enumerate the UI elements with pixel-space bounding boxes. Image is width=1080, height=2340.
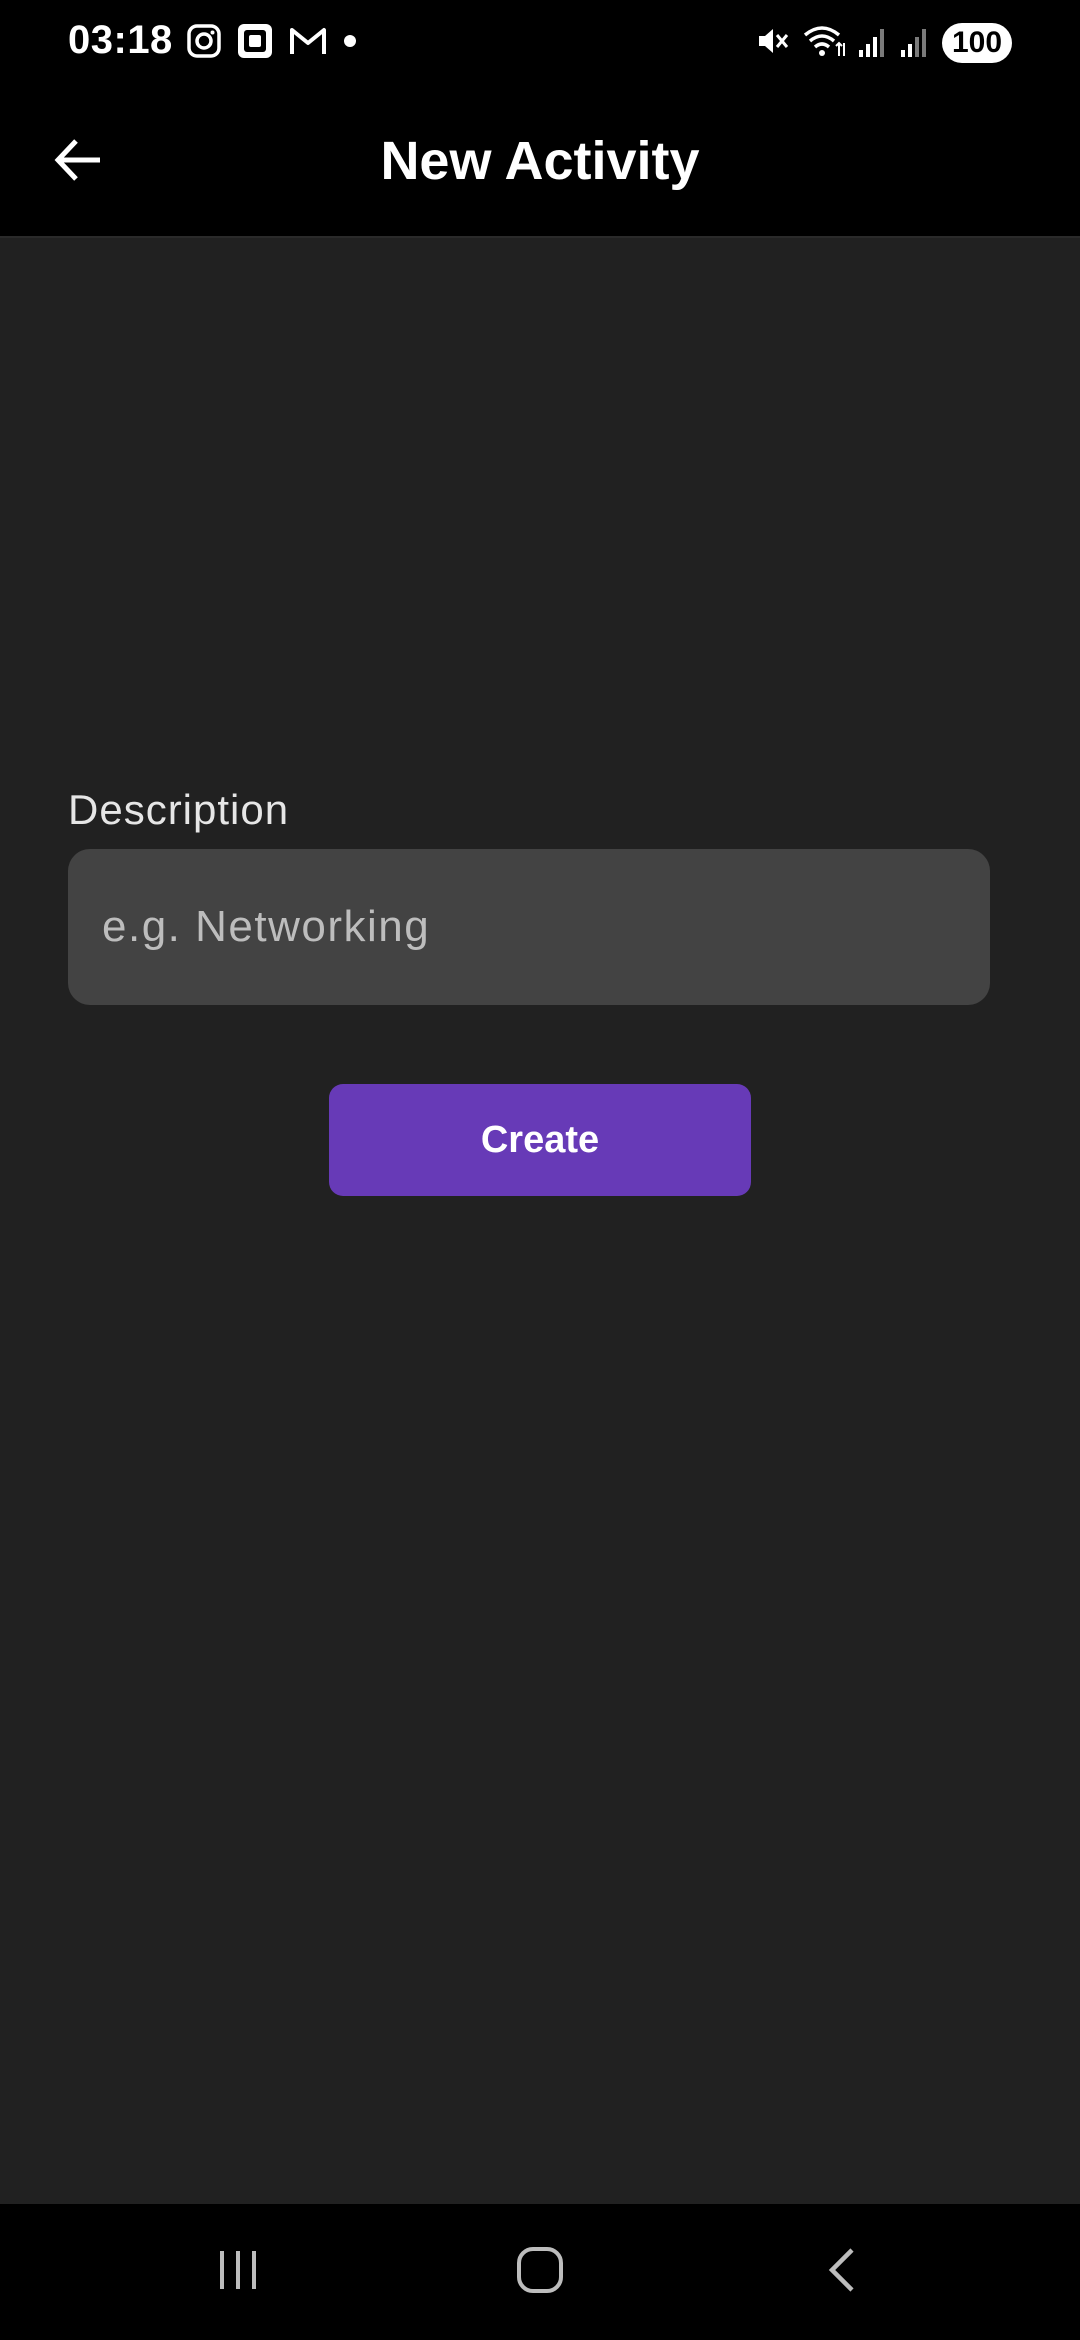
back-icon bbox=[822, 2244, 862, 2301]
status-notification-icons bbox=[186, 20, 358, 66]
description-input[interactable] bbox=[68, 849, 990, 1005]
status-time: 03:18 bbox=[68, 18, 173, 62]
description-label: Description bbox=[68, 786, 290, 833]
system-back-button[interactable] bbox=[792, 2232, 892, 2312]
home-icon bbox=[514, 2244, 566, 2301]
wifi-icon bbox=[802, 23, 846, 64]
create-button[interactable]: Create bbox=[329, 1084, 751, 1196]
signal-icon bbox=[900, 24, 930, 63]
instagram-icon bbox=[186, 23, 222, 64]
notification-dot-icon bbox=[342, 33, 358, 54]
home-button[interactable] bbox=[490, 2232, 590, 2312]
recent-apps-icon bbox=[213, 2245, 263, 2300]
status-bar: 03:18 100 bbox=[0, 0, 1080, 86]
battery-indicator: 100 bbox=[942, 23, 1012, 63]
status-system-icons: 100 bbox=[754, 20, 1012, 66]
app-bar: New Activity bbox=[0, 86, 1080, 238]
content-area bbox=[0, 238, 1080, 2204]
mute-icon bbox=[754, 23, 790, 64]
recent-apps-button[interactable] bbox=[188, 2232, 288, 2312]
signal-icon bbox=[858, 24, 888, 63]
page-title: New Activity bbox=[380, 131, 700, 191]
gmail-icon bbox=[288, 25, 328, 62]
navigation-bar bbox=[0, 2204, 1080, 2340]
screen-capture-icon bbox=[236, 22, 274, 65]
